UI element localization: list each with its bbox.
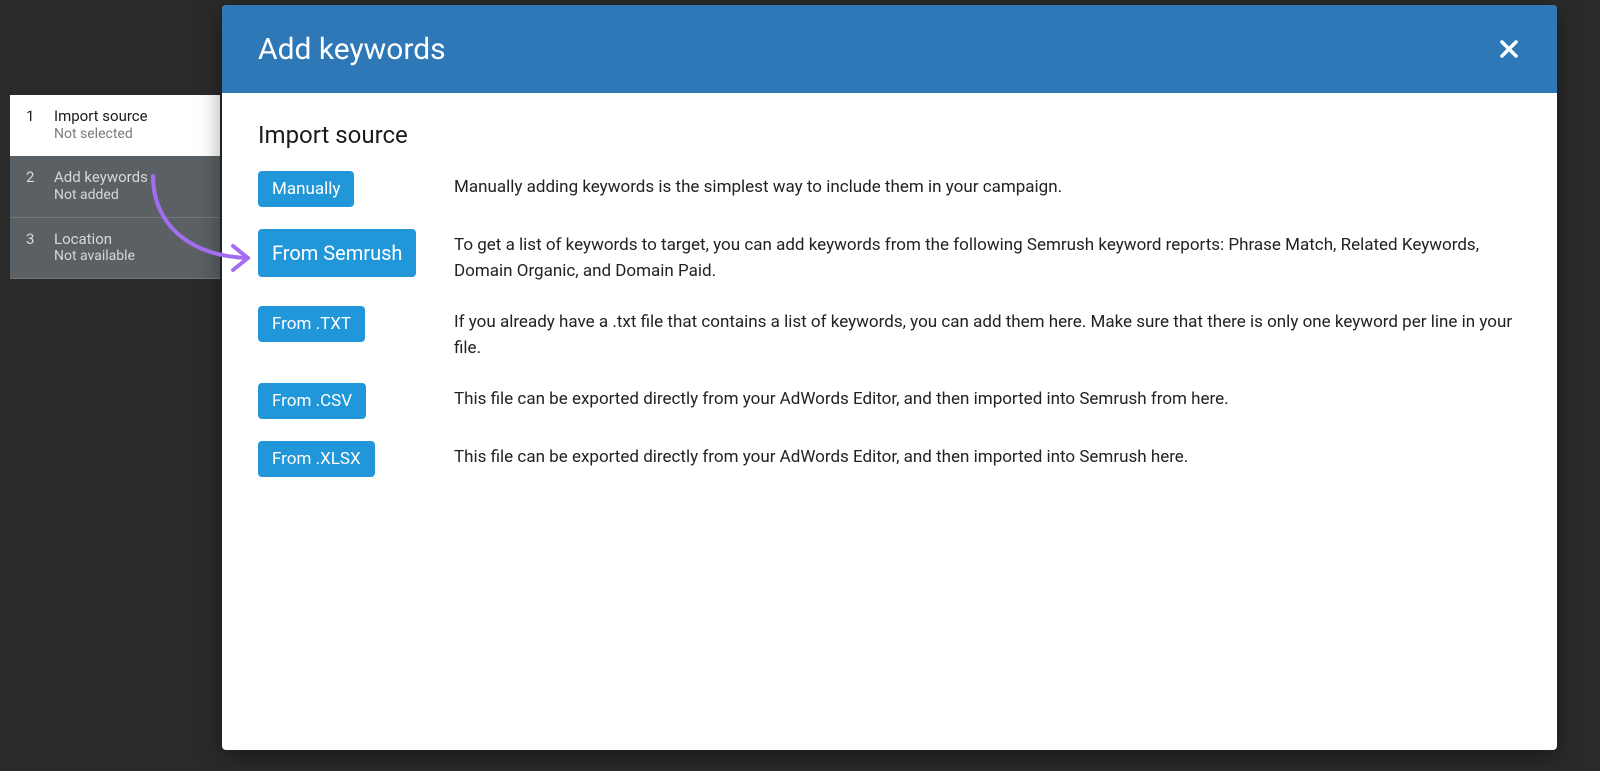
option-from-csv: From .CSV This file can be exported dire… — [258, 383, 1521, 419]
step-add-keywords[interactable]: 2 Add keywords Not added — [10, 156, 220, 217]
option-from-txt: From .TXT If you already have a .txt fil… — [258, 306, 1521, 361]
step-number: 1 — [26, 107, 40, 125]
step-status: Not added — [54, 187, 204, 205]
option-description: To get a list of keywords to target, you… — [454, 229, 1521, 284]
step-title: Add keywords — [54, 168, 204, 187]
modal-header: Add keywords — [222, 5, 1557, 93]
step-number: 3 — [26, 230, 40, 248]
from-semrush-button[interactable]: From Semrush — [258, 229, 416, 277]
option-from-semrush: From Semrush To get a list of keywords t… — [258, 229, 1521, 284]
from-csv-button[interactable]: From .CSV — [258, 383, 366, 419]
from-txt-button[interactable]: From .TXT — [258, 306, 365, 342]
manually-button[interactable]: Manually — [258, 171, 354, 207]
option-manually: Manually Manually adding keywords is the… — [258, 171, 1521, 207]
add-keywords-modal: Add keywords Import source Manually Manu… — [222, 5, 1557, 750]
modal-body: Import source Manually Manually adding k… — [222, 93, 1557, 750]
step-status: Not available — [54, 248, 204, 266]
option-description: This file can be exported directly from … — [454, 383, 1521, 413]
close-icon — [1497, 37, 1521, 61]
step-location[interactable]: 3 Location Not available — [10, 218, 220, 279]
option-description: Manually adding keywords is the simplest… — [454, 171, 1521, 201]
step-title: Location — [54, 230, 204, 249]
step-import-source[interactable]: 1 Import source Not selected — [10, 95, 220, 156]
option-from-xlsx: From .XLSX This file can be exported dir… — [258, 441, 1521, 477]
from-xlsx-button[interactable]: From .XLSX — [258, 441, 375, 477]
close-button[interactable] — [1497, 37, 1521, 61]
step-status: Not selected — [54, 126, 204, 144]
modal-title: Add keywords — [258, 32, 446, 67]
step-title: Import source — [54, 107, 204, 126]
step-number: 2 — [26, 168, 40, 186]
option-description: This file can be exported directly from … — [454, 441, 1521, 471]
section-title: Import source — [258, 121, 1521, 149]
option-description: If you already have a .txt file that con… — [454, 306, 1521, 361]
steps-sidebar: 1 Import source Not selected 2 Add keywo… — [10, 95, 220, 279]
